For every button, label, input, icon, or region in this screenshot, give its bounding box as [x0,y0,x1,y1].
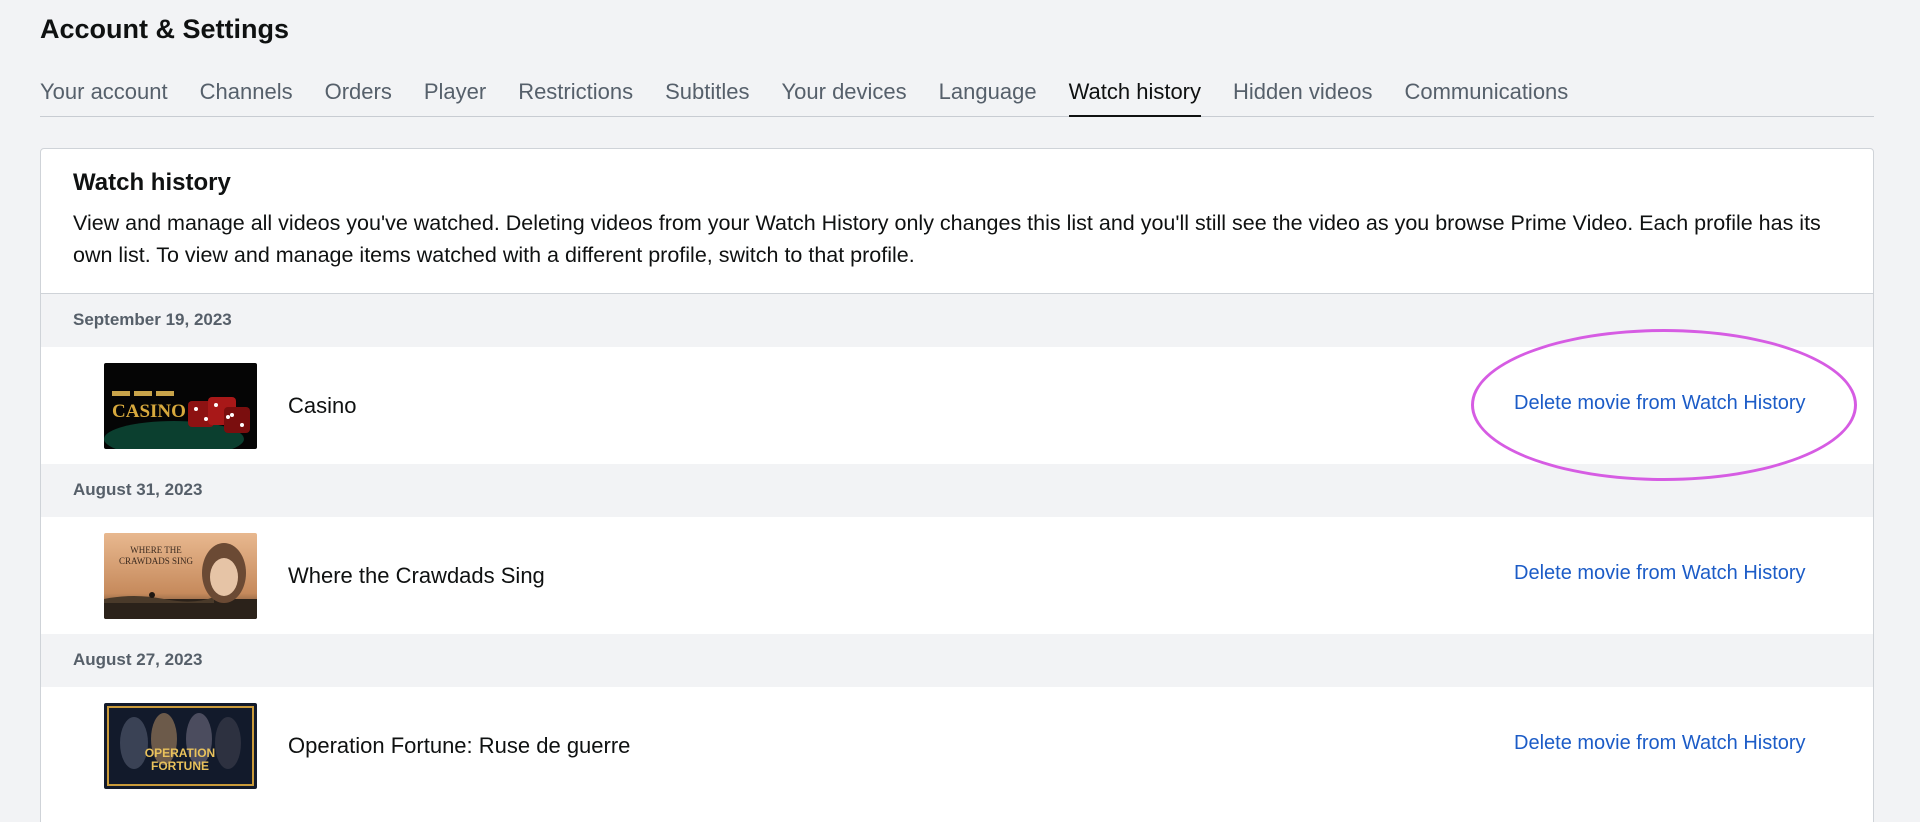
thumbnail-operation-fortune[interactable]: OPERATION FORTUNE [104,703,257,789]
tab-your-account[interactable]: Your account [40,76,168,117]
tab-hidden-videos[interactable]: Hidden videos [1233,76,1372,117]
crawdads-line-1: WHERE THE [130,545,182,555]
panel-header: Watch history View and manage all videos… [41,149,1873,294]
crawdads-line-2: CRAWDADS SING [119,556,194,566]
watch-history-panel: Watch history View and manage all videos… [40,148,1874,822]
history-item: CASINO Casino Delete movie from Watch Hi… [41,347,1873,464]
delete-from-history-link[interactable]: Delete movie from Watch History [1514,687,1806,800]
panel-description: View and manage all videos you've watche… [73,211,1821,267]
delete-from-history-link[interactable]: Delete movie from Watch History [1514,517,1806,630]
tab-communications[interactable]: Communications [1404,76,1568,117]
tab-your-devices[interactable]: Your devices [782,76,907,117]
date-header: August 31, 2023 [41,464,1873,517]
casino-logo-text: CASINO [112,401,186,422]
tab-channels[interactable]: Channels [200,76,293,117]
item-title[interactable]: Casino [288,347,356,464]
page-title: Account & Settings [40,14,290,44]
tab-restrictions[interactable]: Restrictions [518,76,633,117]
tab-orders[interactable]: Orders [325,76,392,117]
item-title[interactable]: Operation Fortune: Ruse de guerre [288,687,630,804]
fortune-line-1: OPERATION [145,746,215,760]
date-header: August 27, 2023 [41,634,1873,687]
panel-title: Watch history [73,169,231,196]
thumbnail-crawdads[interactable]: WHERE THE CRAWDADS SING [104,533,257,619]
tab-subtitles[interactable]: Subtitles [665,76,749,117]
history-item: OPERATION FORTUNE Operation Fortune: Rus… [41,687,1873,804]
thumbnail-casino[interactable]: CASINO [104,363,257,449]
delete-from-history-link[interactable]: Delete movie from Watch History [1514,347,1806,460]
tab-watch-history[interactable]: Watch history [1068,76,1202,117]
settings-tabs: Your account Channels Orders Player Rest… [40,76,1874,117]
tab-language[interactable]: Language [939,76,1037,117]
history-item: WHERE THE CRAWDADS SING Where the Crawda… [41,517,1873,634]
item-title[interactable]: Where the Crawdads Sing [288,517,545,634]
tab-player[interactable]: Player [424,76,486,117]
date-header: September 19, 2023 [41,294,1873,347]
fortune-line-2: FORTUNE [151,759,209,773]
